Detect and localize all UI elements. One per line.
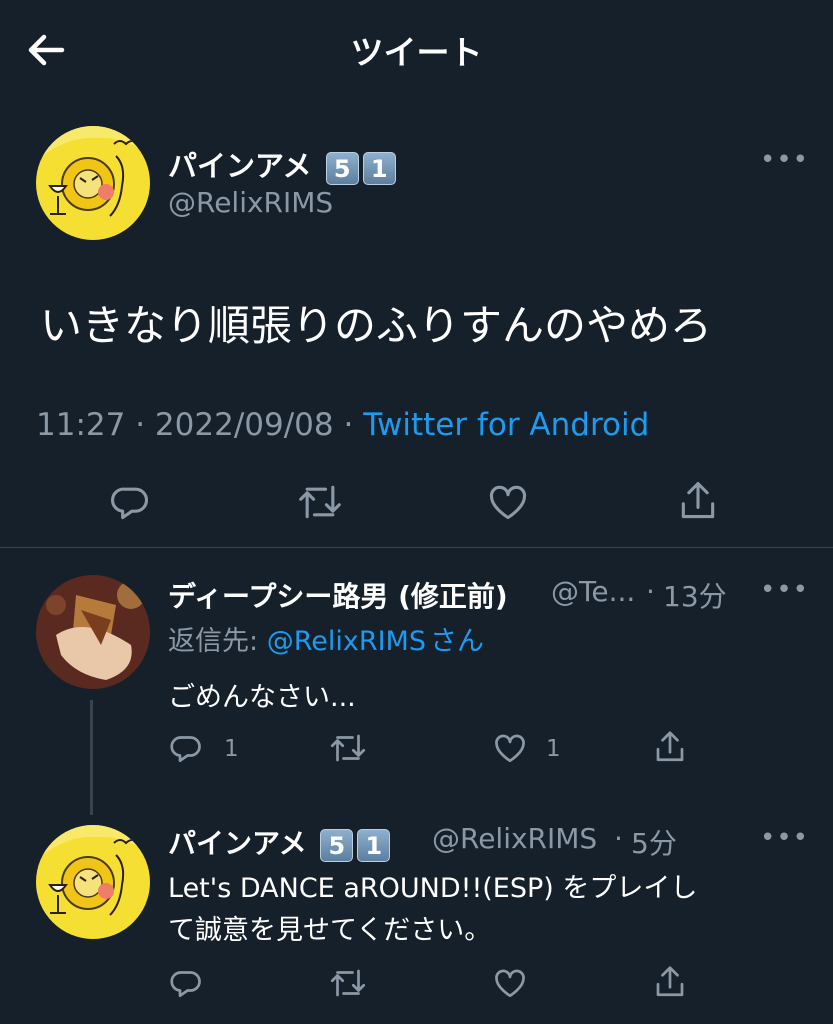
retweet-button[interactable] [328, 730, 368, 770]
author-name-row[interactable]: パインアメ 51 [168, 143, 396, 185]
replying-to: 返信先: @RelixRIMS さん [168, 619, 484, 658]
reply-icon [111, 487, 148, 520]
meta-separator: · [135, 407, 146, 443]
meta-separator: · [614, 822, 623, 855]
author-name[interactable]: ディープシー路男 (修正前) [168, 575, 508, 615]
retweet-icon [299, 485, 341, 519]
author-handle[interactable]: @RelixRIMS [168, 186, 333, 219]
badge-keycap-5: 5 [320, 828, 354, 862]
author-name: パインアメ [168, 827, 307, 860]
reply-button[interactable] [168, 730, 204, 770]
more-options-icon[interactable]: ••• [760, 823, 809, 853]
retweet-button[interactable] [328, 965, 368, 1005]
like-button[interactable] [492, 965, 528, 1005]
replying-to-label: 返信先: [168, 626, 267, 657]
avatar[interactable] [36, 126, 150, 240]
thread-line [90, 700, 93, 815]
reply-text: ごめんなさい... [168, 682, 356, 713]
retweet-button[interactable] [296, 480, 344, 528]
reply-icon [170, 736, 201, 763]
pineapple-candy-avatar-icon [36, 825, 150, 939]
page-title: ツイート [350, 33, 483, 72]
badge-keycap-5: 5 [325, 151, 359, 185]
share-button[interactable] [652, 728, 688, 770]
meta-separator: · [343, 407, 354, 443]
tweet-text: いきなり順張りのふりすんのやめろ [40, 301, 713, 350]
tweet-time: 11:27 [36, 407, 126, 443]
like-icon [495, 734, 525, 763]
like-icon [489, 485, 527, 520]
share-icon [681, 482, 715, 519]
author-name: パインアメ [168, 149, 312, 183]
share-icon [656, 731, 684, 762]
retweet-icon [330, 969, 366, 997]
more-options-icon[interactable]: ••• [760, 575, 809, 605]
reply-button[interactable] [108, 480, 152, 528]
meta-separator: · [646, 575, 655, 608]
share-icon [656, 966, 684, 997]
reply-button[interactable] [168, 965, 204, 1005]
reply-text-line-2: て誠意を見せてください。 [168, 915, 492, 946]
avatar[interactable] [36, 575, 150, 689]
like-button[interactable] [486, 480, 530, 528]
reply-time: 5分 [631, 827, 677, 860]
author-handle[interactable]: @Te... [551, 575, 635, 608]
reply-count: 1 [224, 736, 239, 762]
avatar[interactable] [36, 825, 150, 939]
tweet-source-link[interactable]: Twitter for Android [363, 407, 649, 443]
replying-to-suffix: さん [430, 626, 484, 657]
like-icon [495, 969, 525, 998]
tweet-date: 2022/09/08 [154, 407, 334, 443]
reply-icon [170, 971, 201, 998]
reply-time: 13分 [663, 580, 727, 613]
divider [0, 547, 833, 548]
author-handle[interactable]: @RelixRIMS [432, 822, 597, 855]
photo-avatar-icon [36, 575, 150, 689]
share-button[interactable] [652, 963, 688, 1005]
badge-keycap-1: 1 [362, 151, 396, 185]
badge-keycap-1: 1 [357, 828, 391, 862]
like-count: 1 [546, 736, 561, 762]
author-name-row[interactable]: パインアメ 51 [168, 822, 391, 862]
tweet-meta: 11:27 · 2022/09/08 · Twitter for Android [36, 407, 649, 443]
share-button[interactable] [676, 478, 720, 528]
retweet-icon [330, 734, 366, 762]
like-button[interactable] [492, 730, 528, 770]
more-options-icon[interactable]: ••• [760, 145, 809, 175]
reply-text-line-1: Let's DANCE aROUND!!(ESP) をプレイし [168, 873, 698, 904]
pineapple-candy-avatar-icon [36, 126, 150, 240]
replying-to-handle-link[interactable]: @RelixRIMS [267, 626, 426, 657]
